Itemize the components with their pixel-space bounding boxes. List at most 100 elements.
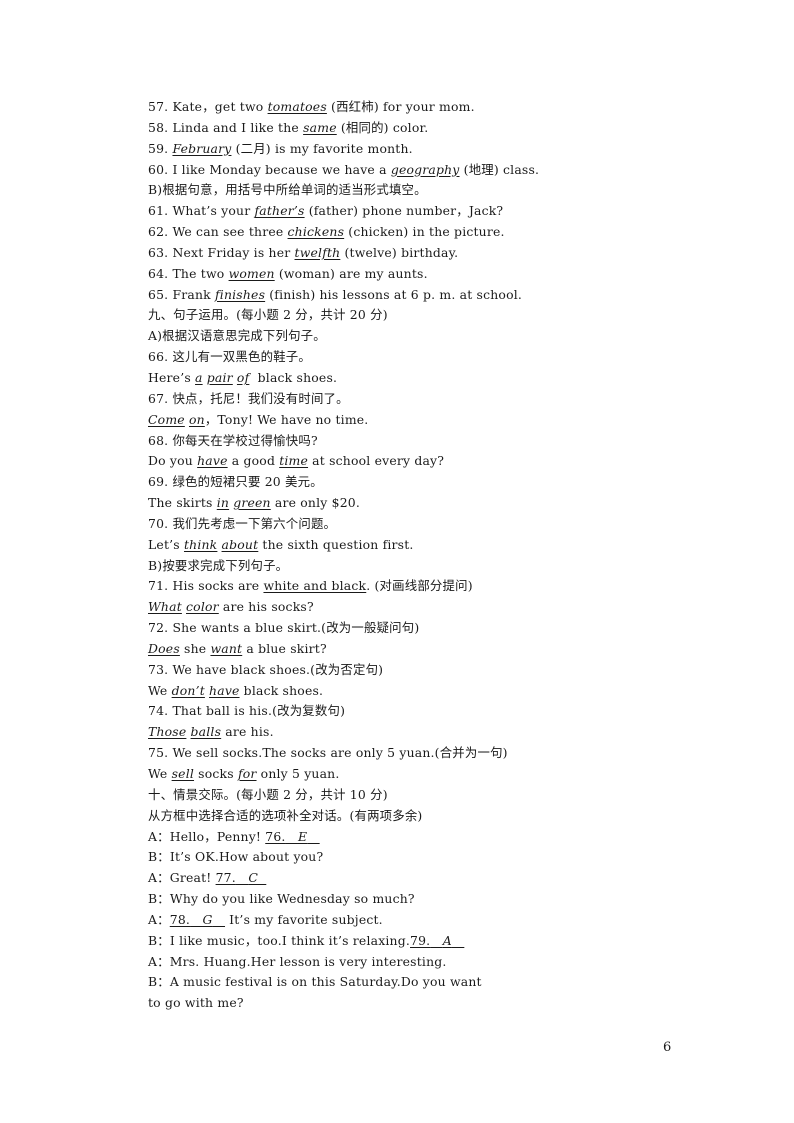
answer-text: don’t (171, 682, 205, 698)
question-text: Linda and I like the (172, 119, 304, 135)
dialogue-text: It’s my favorite subject. (225, 911, 383, 927)
blank-number: 77. (215, 870, 236, 886)
question-text: (chicken) in the picture. (344, 224, 505, 240)
dialogue-line: A：Mrs. Huang.Her lesson is very interest… (148, 953, 447, 969)
question-73-prompt: 73. We have black shoes.(改为否定句) (148, 661, 384, 677)
answer-text: of (236, 369, 250, 385)
part9-title: 九、句子运用。(每小题 2 分，共计 20 分) (148, 307, 388, 323)
answer-text: a (195, 369, 203, 385)
answer-line-text: black shoes. (239, 682, 324, 698)
question-57: 57. Kate，get two tomatoes (西红柿) for your… (148, 97, 628, 118)
question-text: (twelve) birthday. (340, 244, 459, 260)
answer-text: chickens (287, 224, 345, 240)
question-text: (西红柿) for your mom. (326, 99, 475, 114)
answer-text: color (186, 599, 219, 615)
answer-text: want (210, 640, 243, 656)
answer-line-text: a good (227, 453, 280, 469)
dialogue-line: B：Why do you like Wednesday so much? (148, 891, 415, 907)
question-61: 61. What’s your father’s (father) phone … (148, 201, 628, 222)
answer-text: Does (148, 640, 180, 656)
question-number: 60. (148, 161, 173, 177)
question-text: Kate，get two (172, 99, 268, 114)
question-59: 59. February (二月) is my favorite month. (148, 139, 628, 160)
question-69-answer: The skirts in green are only $20. (148, 493, 628, 514)
question-71-answer: What color are his socks? (148, 597, 628, 618)
page-number: 6 (663, 1040, 672, 1055)
question-number: 65. (148, 286, 173, 302)
answer-line-text: Here’s (148, 369, 196, 385)
question-74-prompt: 74. That ball is his.(改为复数句) (148, 703, 346, 719)
question-text: Frank (172, 286, 215, 302)
question-64: 64. The two women (woman) are my aunts. (148, 264, 628, 285)
answer-text: father’s (254, 203, 305, 219)
answer-text: pair (206, 369, 233, 385)
answer-text: twelfth (294, 244, 341, 260)
section-b-title: B)根据句意，用括号中所给单词的适当形式填空。 (148, 182, 427, 198)
question-number: 63. (148, 244, 173, 260)
answer-line-text: she (179, 640, 211, 656)
question-number: 62. (148, 224, 173, 240)
answer-line-text: socks (194, 766, 238, 781)
question-text: (二月) is my favorite month. (231, 140, 413, 156)
answer-text: on (188, 411, 205, 427)
answer-text: G (202, 911, 213, 927)
question-58: 58. Linda and I like the same (相同的) colo… (148, 118, 628, 139)
answer-line-text: Do you (148, 453, 198, 469)
answer-line-text: only 5 yuan. (256, 766, 340, 781)
answer-blank: 79. A (410, 933, 464, 948)
dialogue-line-77: A：Great! 77. C (148, 868, 628, 889)
answer-line-text: are only $20. (270, 495, 361, 511)
question-number: 58. (148, 119, 173, 135)
answer-text: tomatoes (267, 99, 327, 114)
question-71-prompt: 71. His socks are white and black. (对画线部… (148, 576, 628, 597)
part10-instruction: 从方框中选择合适的选项补全对话。(有两项多余) (148, 807, 423, 823)
question-text: Next Friday is her (172, 244, 295, 260)
question-67-answer: Come on，Tony! We have no time. (148, 410, 628, 431)
answer-text: C (248, 870, 258, 886)
answer-text: women (228, 265, 275, 281)
question-66-prompt: 66. 这儿有一双黑色的鞋子。 (148, 349, 311, 365)
answer-line-text: We (148, 682, 172, 698)
dialogue-line-79: B：I like music，too.I think it’s relaxing… (148, 931, 628, 952)
answer-text: time (279, 453, 309, 469)
question-72-prompt: 72. She wants a blue skirt.(改为一般疑问句) (148, 620, 420, 636)
answer-text: A (442, 932, 452, 948)
dialogue-line-78: A：78. G It’s my favorite subject. (148, 910, 628, 931)
dialogue-text: A：Hello，Penny! (148, 828, 266, 844)
answer-text: February (172, 140, 232, 156)
question-74-answer: Those balls are his. (148, 722, 628, 743)
question-60: 60. I like Monday because we have a geog… (148, 160, 628, 181)
answer-line-text: the sixth question first. (258, 536, 414, 552)
answer-text: sell (171, 766, 195, 781)
part9-sub-a-title: A)根据汉语意思完成下列句子。 (148, 328, 326, 344)
worksheet-page: 57. Kate，get two tomatoes (西红柿) for your… (148, 97, 628, 1014)
blank-number: 76. (265, 828, 286, 844)
question-68-answer: Do you have a good time at school every … (148, 451, 628, 472)
answer-text: think (183, 536, 218, 552)
answer-line-text: at school every day? (308, 453, 445, 469)
answer-text: Those (148, 724, 187, 740)
answer-text: What (148, 599, 182, 615)
answer-text: same (303, 119, 337, 135)
answer-text: geography (390, 161, 460, 177)
answer-blank: 78. G (170, 912, 225, 927)
dialogue-line: B：It’s OK.How about you? (148, 849, 324, 865)
answer-blank: 76. E (265, 829, 319, 844)
question-65: 65. Frank finishes (finish) his lessons … (148, 285, 628, 306)
question-72-answer: Does she want a blue skirt? (148, 639, 628, 660)
dialogue-text: A： (148, 911, 170, 927)
answer-line-text: a blue skirt? (242, 640, 327, 656)
question-66-answer: Here’s a pair of black shoes. (148, 368, 628, 389)
question-text: (finish) his lessons at 6 p. m. at schoo… (265, 286, 523, 302)
question-67-prompt: 67. 快点，托尼！我们没有时间了。 (148, 390, 349, 406)
underlined-phrase: white and black (263, 578, 367, 594)
question-62: 62. We can see three chickens (chicken) … (148, 222, 628, 243)
answer-line-text: The skirts (148, 495, 217, 511)
question-text: We can see three (172, 224, 288, 240)
answer-line-text: are his. (221, 724, 274, 740)
question-text: (相同的) color. (336, 119, 429, 135)
answer-text: have (209, 682, 240, 698)
answer-text: finishes (215, 286, 266, 302)
answer-line-text: We (148, 766, 172, 781)
answer-text: green (233, 495, 271, 511)
